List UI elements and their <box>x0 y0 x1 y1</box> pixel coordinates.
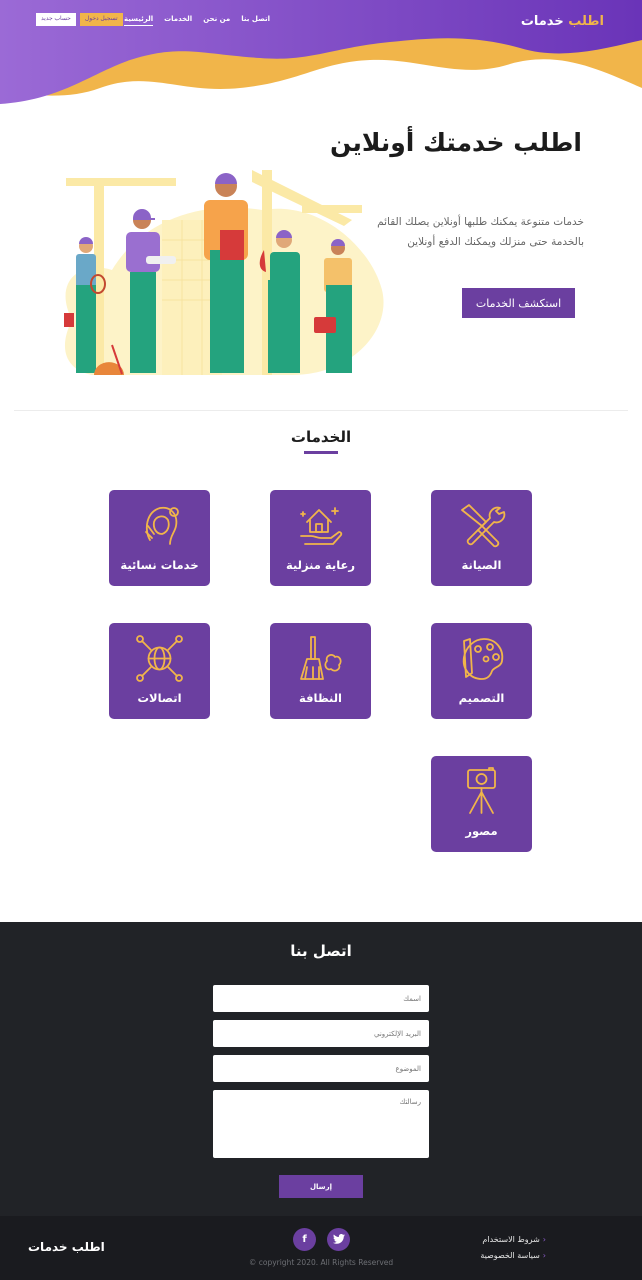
workers-illustration <box>64 170 384 375</box>
footer-link-privacy[interactable]: ‹سياسة الخصوصية <box>480 1248 546 1264</box>
home-care-icon <box>300 507 343 545</box>
service-card-label: خدمات نسائية <box>120 558 199 572</box>
brand-primary: اطلب <box>568 14 604 29</box>
woman-icon <box>145 506 179 545</box>
footer-link-label: شروط الاستخدام <box>482 1235 540 1244</box>
service-card-label: التصميم <box>458 691 505 705</box>
send-button[interactable]: إرسال <box>279 1175 363 1198</box>
twitter-icon[interactable] <box>327 1228 350 1251</box>
service-card-design[interactable]: التصميم <box>431 623 532 719</box>
brand-logo[interactable]: اطلب خدمات <box>521 14 604 29</box>
facebook-glyph: f <box>302 1234 307 1245</box>
brand-secondary: خدمات <box>520 14 564 29</box>
main-nav: الرئيسية الخدمات من نحن اتصل بنا <box>124 14 270 26</box>
twitter-bird-glyph <box>332 1234 345 1244</box>
site-header: اطلب خدمات الرئيسية الخدمات من نحن اتصل … <box>0 0 642 110</box>
register-button[interactable]: حساب جديد <box>36 13 76 26</box>
hero-title: اطلب خدمتك أونلاين <box>330 128 582 157</box>
service-card-label: الصيانة <box>461 558 502 572</box>
contact-title: اتصل بنا <box>290 942 352 960</box>
service-card-communications[interactable]: اتصالات <box>109 623 210 719</box>
broom-icon <box>300 636 342 680</box>
services-title: الخدمات <box>290 428 352 446</box>
site-footer: اطلب خدمات f © copyright 2020. All Right… <box>0 1216 642 1280</box>
service-card-photographer[interactable]: مصور <box>431 756 532 852</box>
globe-network-icon <box>136 635 183 682</box>
service-card-label: رعاية منزلية <box>285 558 356 572</box>
tools-icon <box>461 504 506 548</box>
chevron-left-icon: ‹ <box>542 1251 546 1260</box>
nav-item-contact[interactable]: اتصل بنا <box>241 14 270 26</box>
section-divider <box>14 410 628 411</box>
service-card-women-services[interactable]: خدمات نسائية <box>109 490 210 586</box>
name-field[interactable] <box>213 985 429 1012</box>
email-field[interactable] <box>213 1020 429 1047</box>
nav-item-home[interactable]: الرئيسية <box>124 14 154 26</box>
facebook-icon[interactable]: f <box>293 1228 316 1251</box>
services-title-underline <box>304 451 338 454</box>
service-card-label: مصور <box>465 824 498 838</box>
service-card-home-care[interactable]: رعاية منزلية <box>270 490 371 586</box>
camera-tripod-icon <box>467 767 496 814</box>
footer-link-terms[interactable]: ‹شروط الاستخدام <box>480 1232 546 1248</box>
footer-brand: اطلب خدمات <box>28 1240 105 1254</box>
service-card-label: النظافة <box>299 691 342 705</box>
service-card-label: اتصالات <box>137 691 182 705</box>
nav-item-services[interactable]: الخدمات <box>164 14 192 26</box>
chevron-left-icon: ‹ <box>542 1235 546 1244</box>
contact-section: اتصل بنا إرسال <box>0 922 642 1216</box>
service-card-cleaning[interactable]: النظافة <box>270 623 371 719</box>
explore-services-button[interactable]: استكشف الخدمات <box>462 288 575 318</box>
service-card-maintenance[interactable]: الصيانة <box>431 490 532 586</box>
palette-icon <box>462 638 504 680</box>
login-button[interactable]: تسجيل دخول <box>79 13 123 26</box>
nav-item-about[interactable]: من نحن <box>203 14 230 26</box>
auth-buttons: حساب جديد تسجيل دخول <box>36 13 123 26</box>
subject-field[interactable] <box>213 1055 429 1082</box>
message-field[interactable] <box>213 1090 429 1158</box>
footer-links: ‹شروط الاستخدام ‹سياسة الخصوصية <box>480 1232 546 1264</box>
footer-link-label: سياسة الخصوصية <box>480 1251 540 1260</box>
